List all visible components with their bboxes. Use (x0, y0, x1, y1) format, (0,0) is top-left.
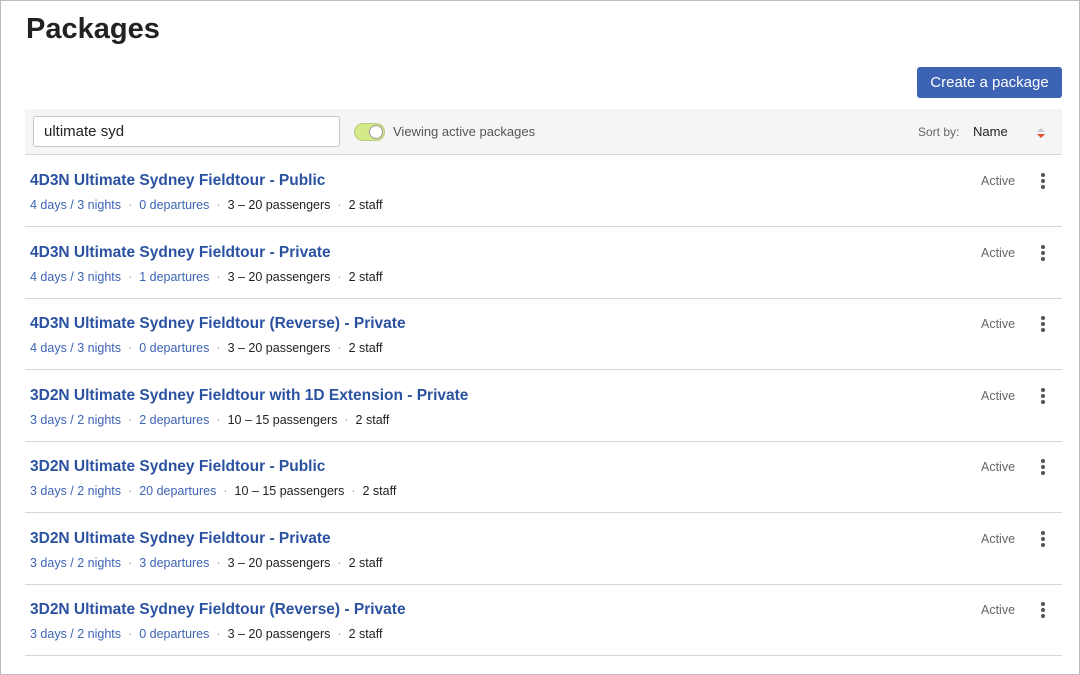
departures-link[interactable]: 20 departures (139, 484, 216, 498)
separator: · (337, 555, 342, 570)
status-badge: Active (981, 174, 1016, 188)
more-options-icon[interactable] (1038, 459, 1048, 477)
passengers: 3 – 20 passengers (227, 198, 331, 212)
separator: · (337, 627, 342, 641)
sort-direction-icon[interactable] (1036, 125, 1046, 141)
staff: 2 staff (348, 198, 383, 212)
page-title: Packages (26, 13, 160, 45)
package-title-link[interactable]: 3D2N Ultimate Sydney Fieldtour with 1D E… (30, 387, 468, 405)
duration-link[interactable]: 4 days / 3 nights (30, 198, 121, 212)
separator: · (351, 484, 356, 498)
package-row: 3D2N Ultimate Sydney Fieldtour - Public … (25, 441, 1062, 513)
separator: · (216, 412, 221, 427)
duration-link[interactable]: 3 days / 2 nights (30, 627, 121, 641)
passengers: 3 – 20 passengers (227, 341, 331, 355)
package-meta: 4 days / 3 nights · 1 departures · 3 – 20 pa… (30, 270, 382, 284)
sort-select[interactable]: Name (973, 124, 1008, 139)
departures-link[interactable]: 0 departures (139, 627, 209, 641)
package-meta: 3 days / 2 nights · 0 departures · 3 – 20 pa… (30, 627, 382, 641)
staff: 2 staff (348, 555, 383, 570)
passengers: 3 – 20 passengers (227, 269, 331, 284)
package-row: 4D3N Ultimate Sydney Fieldtour (Reverse)… (25, 298, 1062, 370)
sort-label: Sort by: (918, 125, 960, 139)
status-badge: Active (981, 388, 1016, 403)
separator: · (128, 555, 133, 570)
status-badge: Active (981, 531, 1016, 546)
toggle-knob (369, 125, 383, 139)
passengers: 3 – 20 passengers (227, 555, 331, 570)
package-meta: 4 days / 3 nights · 0 departures · 3 – 20 pa… (30, 198, 382, 212)
departures-link[interactable]: 3 departures (139, 556, 209, 570)
package-meta: 3 days / 2 nights · 2 departures · 10 – 15 p… (30, 413, 389, 427)
separator: · (128, 627, 133, 641)
separator: · (216, 198, 221, 212)
staff: 2 staff (362, 484, 397, 498)
status-badge: Active (981, 317, 1016, 331)
package-row: 4D3N Ultimate Sydney Fieldtour - Private… (25, 227, 1062, 299)
package-row: 3D2N Ultimate Sydney Fieldtour - Private… (25, 513, 1062, 585)
create-package-button[interactable]: Create a package (917, 67, 1062, 98)
toggle-label: Viewing active packages (393, 124, 536, 139)
departures-link[interactable]: 1 departures (139, 270, 209, 284)
more-options-icon[interactable] (1038, 173, 1048, 191)
departures-link[interactable]: 2 departures (139, 413, 209, 427)
more-options-icon[interactable] (1038, 244, 1048, 263)
package-title-link[interactable]: 3D2N Ultimate Sydney Fieldtour - Public (30, 458, 325, 476)
more-options-icon[interactable] (1038, 530, 1048, 549)
departures-link[interactable]: 0 departures (139, 198, 209, 212)
departures-link[interactable]: 0 departures (139, 341, 209, 355)
separator: · (344, 412, 349, 427)
duration-link[interactable]: 3 days / 2 nights (30, 413, 121, 427)
separator: · (337, 269, 342, 284)
package-title-link[interactable]: 4D3N Ultimate Sydney Fieldtour (Reverse)… (30, 315, 406, 333)
staff: 2 staff (348, 341, 383, 355)
staff: 2 staff (348, 627, 383, 641)
more-options-icon[interactable] (1038, 602, 1048, 620)
duration-link[interactable]: 3 days / 2 nights (30, 484, 121, 498)
filter-toolbar: Viewing active packages Sort by: Name (25, 109, 1062, 155)
package-row: 3D2N Ultimate Sydney Fieldtour with 1D E… (25, 370, 1062, 442)
more-options-icon[interactable] (1038, 316, 1048, 334)
passengers: 10 – 15 passengers (227, 412, 338, 427)
status-badge: Active (981, 603, 1016, 617)
active-packages-toggle[interactable] (354, 123, 385, 141)
duration-link[interactable]: 4 days / 3 nights (30, 270, 121, 284)
separator: · (337, 198, 342, 212)
separator: · (216, 269, 221, 284)
staff: 2 staff (355, 412, 390, 427)
passengers: 10 – 15 passengers (234, 484, 345, 498)
package-row: 4D3N Ultimate Sydney Fieldtour - Public … (25, 155, 1062, 227)
duration-link[interactable]: 4 days / 3 nights (30, 341, 121, 355)
package-meta: 3 days / 2 nights · 20 departures · 10 – 15 … (30, 484, 396, 498)
status-badge: Active (981, 245, 1016, 260)
staff: 2 staff (348, 269, 383, 284)
more-options-icon[interactable] (1038, 387, 1048, 406)
package-meta: 3 days / 2 nights · 3 departures · 3 – 20 pa… (30, 556, 382, 570)
status-badge: Active (981, 460, 1016, 474)
separator: · (128, 198, 133, 212)
duration-link[interactable]: 3 days / 2 nights (30, 556, 121, 570)
window: Packages Create a package Viewing active… (0, 0, 1080, 675)
package-meta: 4 days / 3 nights · 0 departures · 3 – 20 pa… (30, 341, 382, 355)
separator: · (216, 341, 221, 355)
separator: · (128, 269, 133, 284)
separator: · (128, 341, 133, 355)
separator: · (216, 555, 221, 570)
passengers: 3 – 20 passengers (227, 627, 331, 641)
package-title-link[interactable]: 3D2N Ultimate Sydney Fieldtour - Private (30, 530, 331, 548)
package-title-link[interactable]: 4D3N Ultimate Sydney Fieldtour - Public (30, 172, 325, 190)
separator: · (128, 484, 133, 498)
separator: · (223, 484, 228, 498)
separator: · (128, 412, 133, 427)
package-title-link[interactable]: 3D2N Ultimate Sydney Fieldtour (Reverse)… (30, 601, 406, 619)
search-input[interactable] (33, 116, 340, 147)
package-title-link[interactable]: 4D3N Ultimate Sydney Fieldtour - Private (30, 244, 331, 262)
separator: · (337, 341, 342, 355)
separator: · (216, 627, 221, 641)
package-row: 3D2N Ultimate Sydney Fieldtour (Reverse)… (25, 584, 1062, 656)
